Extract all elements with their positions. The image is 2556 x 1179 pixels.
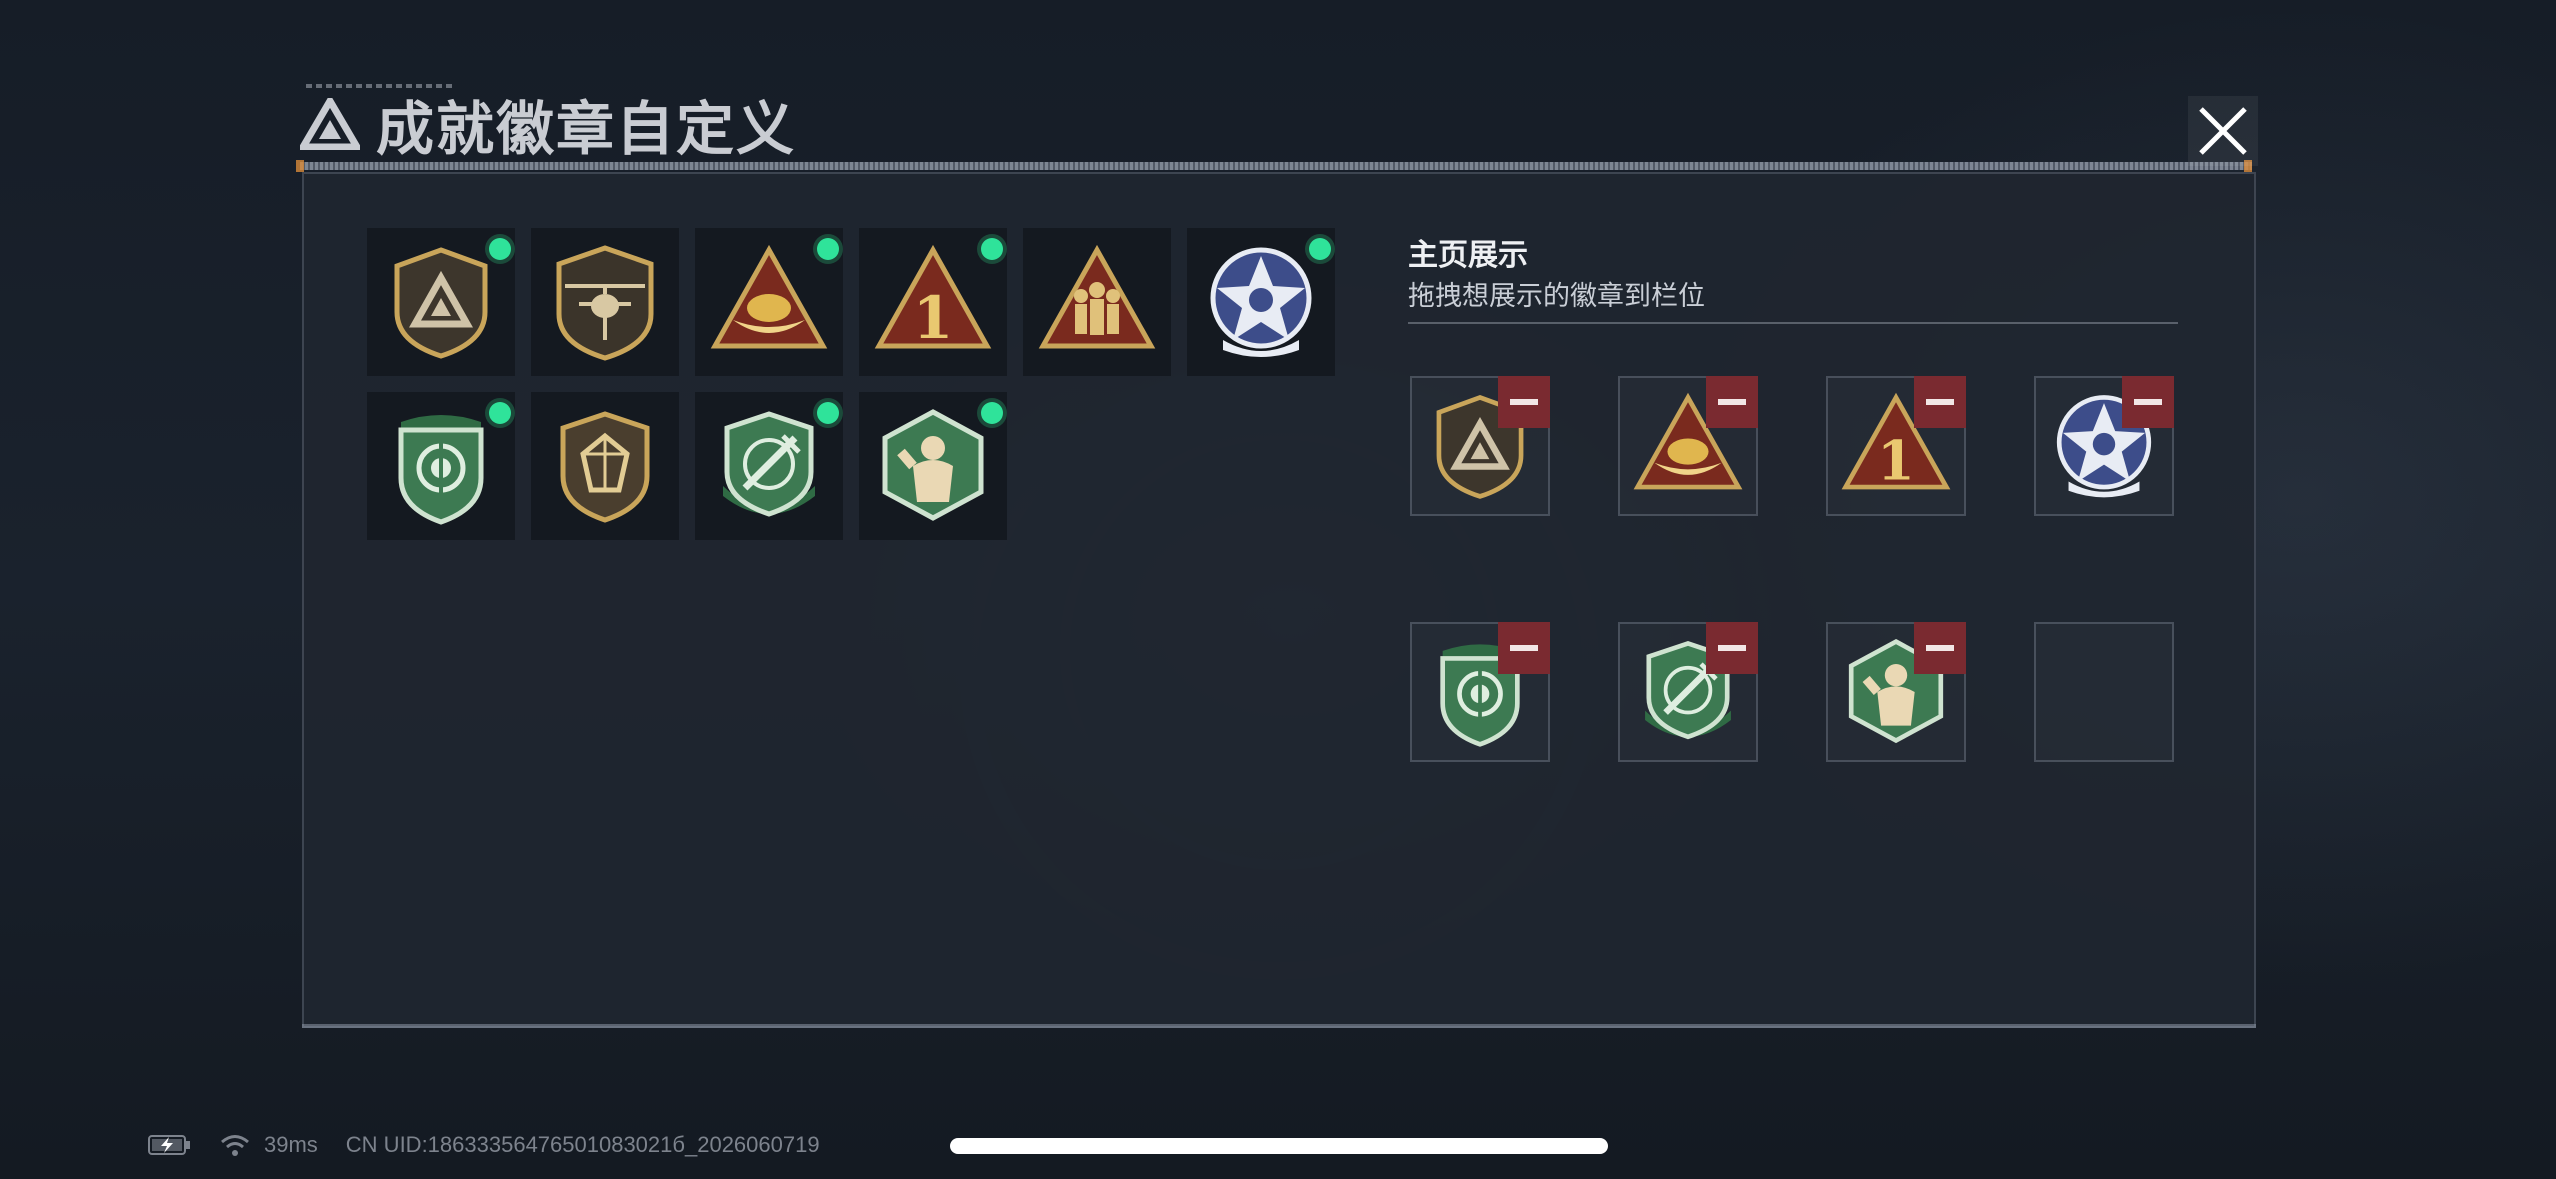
- green-hexagon-fighter-badge-icon: [882, 409, 984, 521]
- home-indicator[interactable]: [950, 1138, 1608, 1154]
- close-icon: [2199, 107, 2247, 155]
- battery-status: [148, 1134, 192, 1156]
- green-crossed-sword-badge-icon: [723, 411, 815, 517]
- uid-label: CN UID:18633356476501083021б_2026060719: [346, 1132, 820, 1158]
- triangle-soldiers-badge-icon: [1038, 244, 1156, 349]
- badge-cell-triangle-bowl[interactable]: [695, 228, 843, 376]
- triangle-number-one-badge-icon: 1: [874, 244, 992, 352]
- status-bar: 39ms CN UID:18633356476501083021б_202606…: [148, 1130, 848, 1160]
- display-slot-shield-triangle[interactable]: [1410, 376, 1550, 516]
- badge-cell-star-skull[interactable]: [1187, 228, 1335, 376]
- window-header: 成就徽章自定义: [300, 88, 796, 163]
- equipped-indicator-dot: [817, 238, 839, 260]
- svg-text:1: 1: [1877, 429, 1915, 493]
- svg-text:1: 1: [913, 284, 953, 352]
- display-slot-triangle-number-one[interactable]: 1: [1826, 376, 1966, 516]
- badge-cell-triangle-soldiers[interactable]: [1023, 228, 1171, 376]
- badge-cell-shield-triangle[interactable]: [367, 228, 515, 376]
- shield-triangle-badge-icon: [394, 247, 488, 359]
- badge-collection-grid: 1: [367, 228, 1367, 540]
- wifi-icon: [221, 1135, 249, 1156]
- triangle-bowl-badge-icon: [710, 244, 828, 349]
- panel-bottom-edge: [302, 1024, 2256, 1028]
- badge-cell-green-crossed-sword[interactable]: [695, 392, 843, 540]
- display-section-title: 主页展示: [1408, 238, 1528, 273]
- badge-cell-triangle-number-one[interactable]: 1: [859, 228, 1007, 376]
- page-title: 成就徽章自定义: [376, 95, 797, 163]
- triangle-logo-icon: [300, 98, 360, 150]
- display-slot-green-crossed-sword[interactable]: [1618, 622, 1758, 762]
- title-divider: [300, 162, 2252, 170]
- display-slot-empty[interactable]: [2034, 622, 2174, 762]
- badge-cell-green-hexagon-fighter[interactable]: [859, 392, 1007, 540]
- star-skull-badge-icon: [1210, 247, 1312, 357]
- gem-shield-badge-icon: [560, 411, 650, 523]
- equipped-indicator-dot: [981, 402, 1003, 424]
- green-shield-target-badge-icon: [398, 415, 484, 525]
- display-section-subtitle: 拖拽想展示的徽章到栏位: [1408, 281, 1705, 312]
- remove-badge-button[interactable]: [2122, 376, 2174, 428]
- minus-icon: [1926, 645, 1954, 651]
- equipped-indicator-dot: [817, 402, 839, 424]
- display-slot-green-shield-target[interactable]: [1410, 622, 1550, 762]
- minus-icon: [2134, 399, 2162, 405]
- remove-badge-button[interactable]: [1914, 376, 1966, 428]
- remove-badge-button[interactable]: [1706, 622, 1758, 674]
- equipped-indicator-dot: [1309, 238, 1331, 260]
- display-slot-star-skull[interactable]: [2034, 376, 2174, 516]
- minus-icon: [1926, 399, 1954, 405]
- helicopter-badge-icon: [556, 245, 654, 361]
- display-slot-triangle-bowl[interactable]: [1618, 376, 1758, 516]
- minus-icon: [1718, 645, 1746, 651]
- display-slot-green-hexagon-fighter[interactable]: [1826, 622, 1966, 762]
- network-status: 39ms: [220, 1132, 318, 1158]
- minus-icon: [1510, 399, 1538, 405]
- title-divider-accent-left: [296, 160, 304, 172]
- remove-badge-button[interactable]: [1498, 622, 1550, 674]
- close-button[interactable]: [2188, 96, 2258, 166]
- badge-cell-helicopter[interactable]: [531, 228, 679, 376]
- ping-value: 39ms: [264, 1132, 318, 1157]
- display-divider: [1408, 322, 2178, 324]
- minus-icon: [1718, 399, 1746, 405]
- remove-badge-button[interactable]: [1914, 622, 1966, 674]
- badge-cell-gem-shield[interactable]: [531, 392, 679, 540]
- minus-icon: [1510, 645, 1538, 651]
- equipped-indicator-dot: [489, 238, 511, 260]
- equipped-indicator-dot: [489, 402, 511, 424]
- badge-cell-green-shield-target[interactable]: [367, 392, 515, 540]
- battery-charging-icon: [148, 1135, 190, 1155]
- remove-badge-button[interactable]: [1498, 376, 1550, 428]
- uid-text: CN UID:18633356476501083021б_2026060719: [345, 1132, 820, 1157]
- remove-badge-button[interactable]: [1706, 376, 1758, 428]
- equipped-indicator-dot: [981, 238, 1003, 260]
